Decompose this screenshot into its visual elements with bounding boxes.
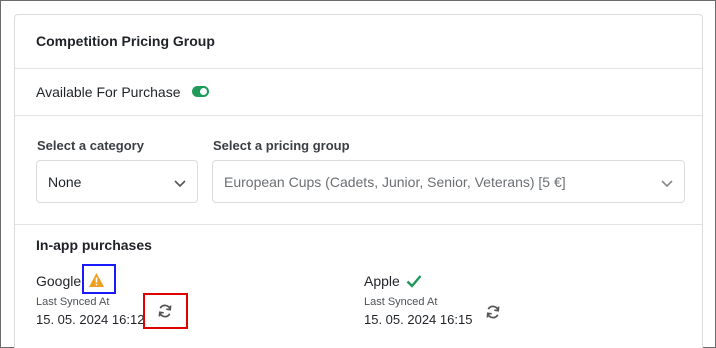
category-select[interactable]: None xyxy=(36,160,198,203)
check-icon xyxy=(406,275,422,288)
in-app-purchases-title: In-app purchases xyxy=(36,237,152,253)
card-title: Competition Pricing Group xyxy=(36,33,215,49)
blue-highlight-box xyxy=(82,264,116,294)
chevron-down-icon xyxy=(661,180,673,188)
google-last-synced-value: 15. 05. 2024 16:12 xyxy=(36,312,145,327)
category-select-value: None xyxy=(48,174,82,190)
availability-row: Available For Purchase xyxy=(15,69,702,116)
available-for-purchase-label: Available For Purchase xyxy=(36,84,181,100)
apple-last-synced-value: 15. 05. 2024 16:15 xyxy=(364,312,473,327)
pricing-group-select-value: European Cups (Cadets, Junior, Senior, V… xyxy=(224,174,566,190)
card-header: Competition Pricing Group xyxy=(15,15,702,69)
apple-last-synced-label: Last Synced At xyxy=(364,296,438,308)
google-last-synced-label: Last Synced At xyxy=(36,296,110,308)
selection-row: Select a category None Select a pricing … xyxy=(15,116,702,225)
chevron-down-icon xyxy=(174,180,186,188)
available-for-purchase-toggle[interactable] xyxy=(192,86,209,97)
toggle-knob xyxy=(200,88,207,95)
pricing-group-select[interactable]: European Cups (Cadets, Junior, Senior, V… xyxy=(212,160,685,203)
red-highlight-box xyxy=(143,293,188,329)
apple-sync-refresh-icon[interactable] xyxy=(485,304,501,320)
google-store-name: Google xyxy=(36,273,82,289)
pricing-group-card: Competition Pricing Group Available For … xyxy=(14,14,703,348)
category-label: Select a category xyxy=(37,138,144,153)
apple-store-name: Apple xyxy=(364,273,400,289)
pricing-group-label: Select a pricing group xyxy=(213,138,350,153)
